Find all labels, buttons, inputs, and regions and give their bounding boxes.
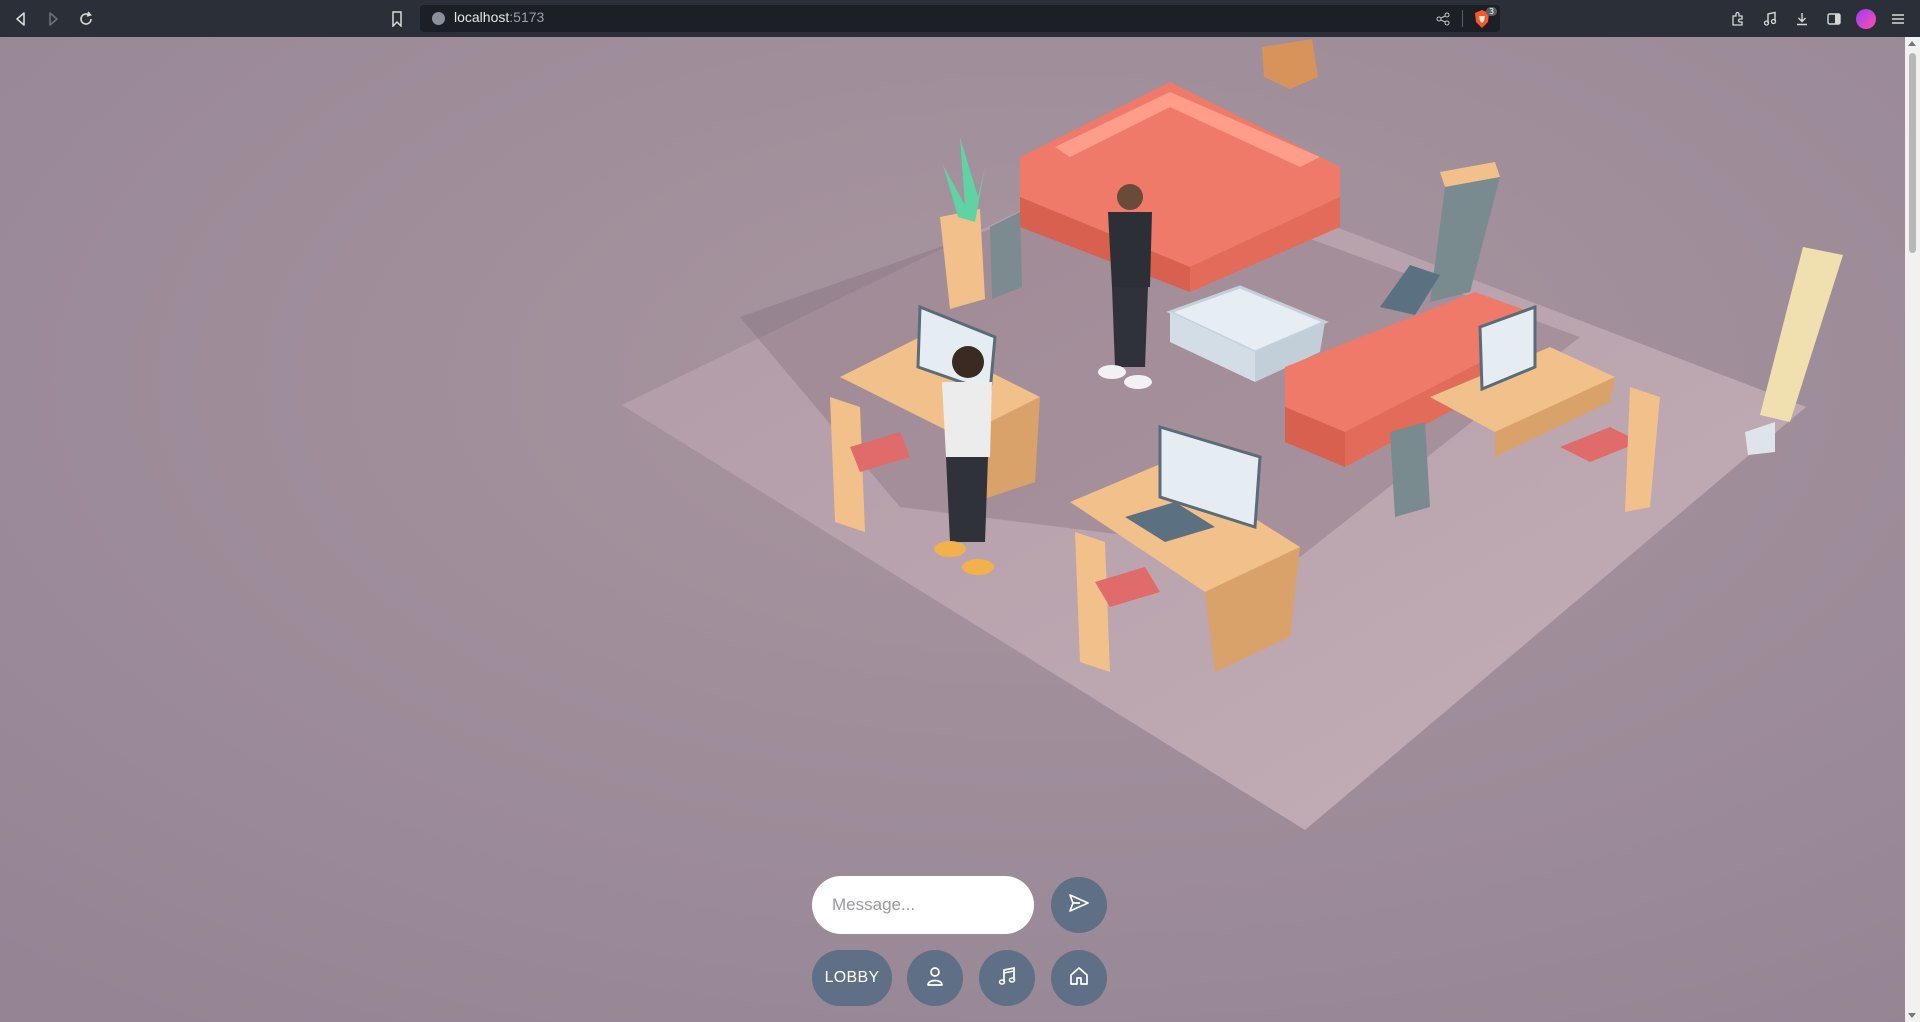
scroll-thumb[interactable] — [1909, 53, 1916, 253]
scroll-up-arrow[interactable] — [1908, 41, 1916, 46]
avatar-button[interactable] — [907, 950, 963, 1006]
menu-icon[interactable] — [1886, 7, 1910, 31]
music-note-icon — [996, 965, 1018, 991]
address-bar[interactable]: localhost:5173 3 — [420, 5, 1500, 32]
profile-avatar[interactable] — [1854, 7, 1878, 31]
scroll-down-arrow[interactable] — [1908, 1013, 1916, 1018]
site-info-icon[interactable] — [432, 12, 445, 25]
office-3d-scene[interactable] — [0, 37, 1905, 1022]
person-icon — [924, 965, 946, 991]
url-text: localhost:5173 — [454, 9, 544, 25]
speaker-left — [990, 212, 1022, 299]
url-port: :5173 — [509, 9, 545, 25]
bookmark-icon[interactable] — [385, 7, 409, 31]
browser-toolbar: localhost:5173 3 — [0, 0, 1920, 37]
scene-canvas — [0, 37, 1905, 1022]
music-button[interactable] — [979, 950, 1035, 1006]
vertical-scrollbar[interactable] — [1905, 37, 1920, 1022]
lobby-button[interactable]: LOBBY — [812, 950, 892, 1006]
extensions-icon[interactable] — [1726, 7, 1750, 31]
share-icon[interactable] — [1436, 11, 1450, 30]
sidebar-icon[interactable] — [1822, 7, 1846, 31]
home-icon — [1068, 965, 1090, 991]
send-icon — [1068, 892, 1090, 918]
home-button[interactable] — [1051, 950, 1107, 1006]
download-icon[interactable] — [1790, 7, 1814, 31]
message-input[interactable] — [812, 876, 1034, 934]
forward-icon[interactable] — [41, 7, 65, 31]
back-icon[interactable] — [9, 7, 33, 31]
url-host: localhost — [454, 9, 510, 25]
shield-count-badge: 3 — [1486, 7, 1498, 16]
send-button[interactable] — [1051, 877, 1107, 933]
media-icon[interactable] — [1758, 7, 1782, 31]
reload-icon[interactable] — [74, 7, 98, 31]
speaker-front — [1390, 422, 1430, 517]
divider — [1462, 10, 1463, 27]
